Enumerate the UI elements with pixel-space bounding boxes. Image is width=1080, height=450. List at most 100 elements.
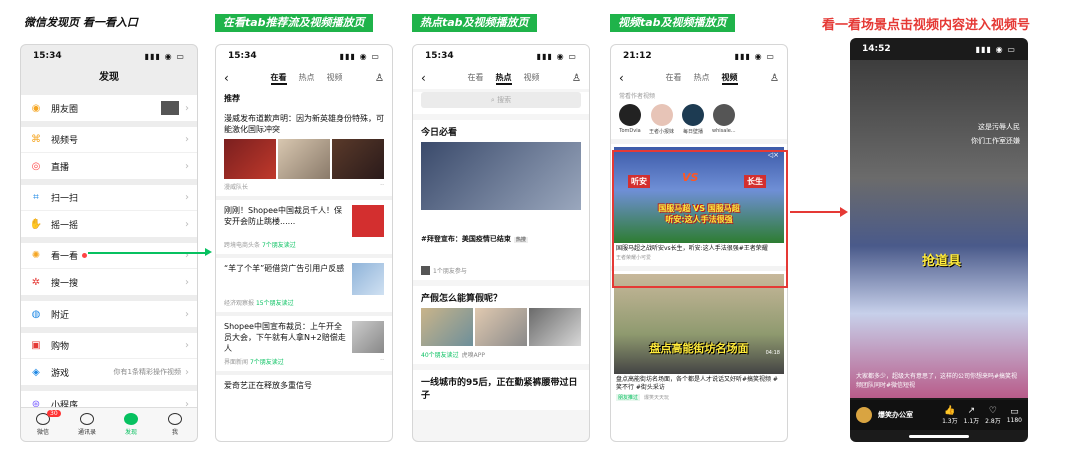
avatar[interactable] — [856, 407, 872, 423]
menu-item[interactable]: ◈ 游戏 你有1条精彩操作视频 › — [21, 359, 197, 385]
menu-group: ✺ 看一看 › ✲ 搜一搜 › — [21, 243, 197, 295]
article-source: 经济观察报 — [224, 300, 255, 307]
follow-label: 常看作者视频 — [619, 93, 656, 100]
article-title: 爱奇艺正在释放多重信号 — [224, 381, 312, 390]
like-button[interactable]: 👍 1.3万 — [942, 406, 958, 425]
heart-button[interactable]: ♡ 2.8万 — [985, 406, 1001, 425]
menu-label: 朋友圈 — [51, 104, 79, 115]
channels-icon: ⌘ — [31, 134, 41, 145]
menu-item[interactable]: ◉ 朋友圈 › — [21, 95, 197, 121]
tab-hot[interactable]: 热点 — [299, 72, 315, 85]
tab-hot[interactable]: 热点 — [694, 72, 710, 85]
menu-label: 购物 — [51, 342, 70, 352]
tab-video[interactable]: 视频 — [327, 72, 343, 85]
tab-hot[interactable]: 热点 — [495, 72, 512, 85]
profile-icon[interactable]: ♙ — [770, 73, 779, 84]
back-icon[interactable]: ‹ — [619, 71, 633, 85]
menu-label: 搜一搜 — [51, 278, 79, 289]
tab-contacts[interactable]: 通讯录 — [65, 408, 109, 441]
unread-dot — [82, 253, 88, 258]
tab-label: 发现 — [124, 429, 137, 436]
tab-discover[interactable]: 发现 — [109, 408, 153, 441]
signal-icon: ▮▮▮ ◉ ▭ — [339, 51, 380, 61]
stat-label: 1.1万 — [963, 417, 980, 425]
chevron-right-icon: › — [185, 134, 189, 145]
time: 15:34 — [425, 51, 454, 61]
article-image — [278, 139, 330, 179]
author-avatar[interactable]: whisale... — [712, 104, 736, 135]
friends-read: 40个朋友读过 — [421, 352, 459, 359]
more-icon[interactable]: ·· — [380, 182, 384, 191]
tab-me[interactable]: 我 — [153, 408, 197, 441]
menu-item[interactable]: ◎ 直播 › — [21, 153, 197, 179]
tab-video[interactable]: 视频 — [721, 72, 738, 85]
back-icon[interactable]: ‹ — [224, 71, 238, 85]
card-title: 今日必看 — [421, 128, 458, 138]
author-avatar[interactable]: TomDvia — [619, 104, 641, 135]
chevron-right-icon: › — [185, 192, 189, 203]
author-avatar[interactable]: 每日壁播 — [682, 104, 705, 135]
article-title: 刚刚！Shopee中国裁员千人！保安开会防止跳楼...... — [224, 206, 342, 226]
article-card[interactable]: 一线城市的95后，正在勤紧裤腰带过日子 — [413, 370, 589, 410]
status-bar: 15:34 ▮▮▮ ◉ ▭ — [21, 45, 197, 67]
menu-item[interactable]: ▣ 购物 › — [21, 333, 197, 359]
article-source: 虎嗅APP — [461, 352, 485, 359]
author-avatar[interactable]: 王者小报妹 — [649, 104, 674, 135]
tab-zaikan[interactable]: 在看 — [468, 72, 484, 85]
today-card[interactable]: 今日必看 #拜登宣布：美国疫情已结束 热搜 1个朋友参与 — [413, 120, 589, 280]
share-button[interactable]: ↗ 1.1万 — [964, 406, 980, 425]
article-thumb — [352, 321, 384, 353]
menu-item[interactable]: ◍ 附近 › — [21, 301, 197, 327]
chevron-right-icon: › — [185, 102, 189, 114]
flow-arrow — [88, 252, 206, 254]
comment-icon: ▭ — [1010, 406, 1019, 417]
caption-discover: 微信发现页 看一看入口 — [24, 16, 138, 29]
tab-video[interactable]: 视频 — [524, 72, 540, 85]
menu-group: ▣ 购物 › ◈ 游戏 你有1条精彩操作视频 › — [21, 333, 197, 385]
menu-item[interactable]: ⌗ 扫一扫 › — [21, 185, 197, 211]
nearby-icon: ◍ — [31, 308, 41, 320]
article-card[interactable]: 产假怎么能算假呢？ 40个朋友读过 虎嗅APP — [413, 286, 589, 364]
article-title: “羊了个羊”砸借贷广告引用户反感 — [224, 264, 345, 273]
moments-icon: ◉ — [31, 102, 41, 114]
profile-icon[interactable]: ♙ — [572, 73, 581, 84]
tab-label: 我 — [171, 429, 178, 436]
card-title: 产假怎么能算假呢？ — [421, 294, 503, 304]
article-thumb — [352, 263, 384, 295]
article-item[interactable]: 刚刚！Shopee中国裁员千人！保安开会防止跳楼...... 跨境电商头条 7个… — [216, 200, 392, 258]
search-input[interactable]: ⌕ 搜索 — [421, 92, 581, 108]
menu-item[interactable]: ✋ 摇一摇 › — [21, 211, 197, 237]
phone-zaikan: 15:34 ▮▮▮ ◉ ▭ ‹ 在看 热点 视频 ♙ 推荐 漫威发布道歉声明：因为… — [215, 44, 393, 442]
tab-zaikan[interactable]: 在看 — [666, 72, 682, 85]
video-thumbnail: 盘点高能街坊名场面 04:18 — [614, 274, 784, 374]
tab-wechat[interactable]: 30 微信 — [21, 408, 65, 441]
menu-item[interactable]: ✲ 搜一搜 › — [21, 269, 197, 295]
author-name[interactable]: 爆笑办公室 — [878, 410, 936, 420]
profile-icon[interactable]: ♙ — [375, 73, 384, 84]
game-hint: 你有1条精彩操作视频 — [113, 368, 181, 376]
feed-header: ‹ 在看 热点 视频 ♙ — [413, 67, 589, 89]
caption-channels: 看一看场景点击视频内容进入视频号 — [822, 18, 1031, 33]
back-icon[interactable]: ‹ — [421, 71, 435, 85]
tab-zaikan[interactable]: 在看 — [270, 72, 287, 85]
video-duration: 04:18 — [765, 350, 780, 356]
signal-icon: ▮▮▮ ◉ ▭ — [734, 51, 775, 61]
menu-label: 直播 — [51, 162, 70, 173]
article-thumb — [352, 205, 384, 237]
comment-button[interactable]: ▭ 1180 — [1007, 407, 1022, 424]
card-title: 一线城市的95后，正在勤紧裤腰带过日子 — [421, 378, 578, 401]
article-item[interactable]: 爱奇艺正在释放多重信号 — [216, 375, 392, 396]
caption-video: 视频tab及视频播放页 — [610, 14, 735, 32]
menu-item[interactable]: ⌘ 视频号 › — [21, 127, 197, 153]
shop-icon: ▣ — [31, 340, 41, 351]
article-item[interactable]: Shopee中国宣布裁员：上午开全员大会，下午就有人拿N+2赔偿走人 界面新闻 … — [216, 316, 392, 375]
menu-label: 摇一摇 — [51, 220, 79, 231]
menu-item[interactable]: ✺ 看一看 › — [21, 243, 197, 269]
video-player[interactable]: 这是污辱人民 你们工作室还嫌 抢道具 — [850, 60, 1028, 398]
headline-image — [421, 142, 581, 210]
article-image — [224, 139, 276, 179]
article-item[interactable]: 漫威发布道歉声明：因为新英雄身份特殊，可能激化国际冲突 漫威队长 ·· — [216, 108, 392, 200]
tab-label: 微信 — [36, 429, 49, 436]
more-icon[interactable]: ·· — [380, 357, 384, 366]
article-item[interactable]: “羊了个羊”砸借贷广告引用户反感 经济观察报 15个朋友读过 — [216, 258, 392, 316]
